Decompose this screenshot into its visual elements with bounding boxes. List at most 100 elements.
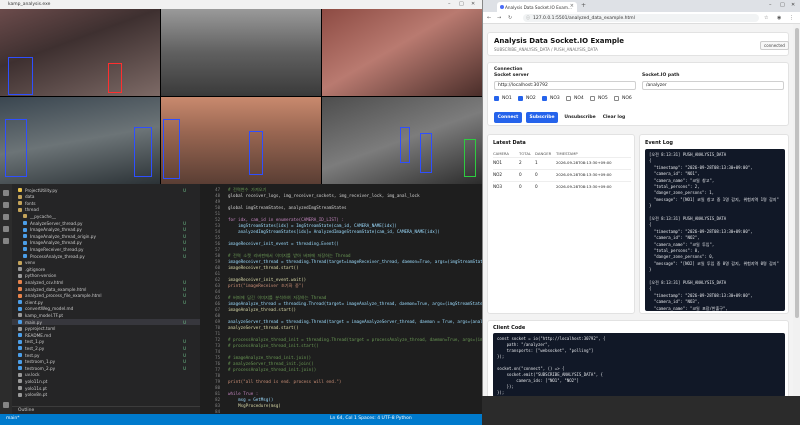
file-name: yolov8n.pt [25, 392, 48, 398]
forward-icon[interactable]: → [497, 15, 501, 21]
file-item[interactable]: test_2.py U [12, 345, 200, 351]
file-item[interactable]: ImageAnalyze_thread.py U [12, 240, 200, 246]
page-scrollbar[interactable] [793, 24, 800, 396]
folder-icon [23, 214, 27, 219]
file-explorer: yolov8n.pt yolo11s.pt yolo11n.pt uv.lock tes… [12, 184, 200, 425]
camera-checkbox-no3[interactable]: NO3 [542, 96, 560, 101]
back-icon[interactable]: ← [487, 15, 491, 21]
camera-feed-1 [0, 9, 160, 96]
checkbox-checked-icon[interactable] [494, 96, 499, 101]
camera-checkbox-no5[interactable]: NO5 [590, 96, 608, 101]
folder-item[interactable]: venv [12, 260, 200, 266]
client-code-block[interactable]: const socket = io("http://localhost:3079… [493, 333, 785, 396]
file-item[interactable]: test.py U [12, 352, 200, 358]
checkbox-icon[interactable] [614, 96, 619, 101]
camera-checkbox-no4[interactable]: NO4 [566, 96, 584, 101]
file-item[interactable]: analyzed_csv.html U [12, 279, 200, 285]
source-control-icon[interactable] [3, 214, 9, 220]
file-item[interactable]: convertWeg_model.md [12, 306, 200, 312]
latest-data-card: Latest Data CAMERA TOTAL DANGER TIMESTAMP NO… [487, 134, 635, 314]
file-item[interactable]: pyproject.toml [12, 326, 200, 332]
log-line: "timestamp": "2026-09-28T08:13:30+09:00"… [649, 228, 753, 234]
file-item[interactable]: yolo11n.pt [12, 378, 200, 384]
file-item[interactable]: yolo11s.pt [12, 385, 200, 391]
reload-icon[interactable]: ↻ [508, 15, 512, 21]
menu-icon[interactable]: ⋮ [789, 15, 794, 21]
socket-server-input[interactable]: http://localhost:30792 [494, 81, 636, 90]
explorer-icon[interactable] [3, 190, 9, 196]
folder-item[interactable]: __pycache__ [12, 213, 200, 219]
file-item[interactable]: ImageAnalyze_thread_origin.py U [12, 233, 200, 239]
site-info-icon[interactable]: ⓘ [526, 15, 530, 21]
code-editor: yolov8n.pt yolo11s.pt yolo11n.pt uv.lock tes… [0, 184, 482, 425]
search-icon[interactable] [3, 202, 9, 208]
file-item[interactable]: ImageAnalyze_thread.py U [12, 227, 200, 233]
file-item[interactable]: testroom_2.py U [12, 365, 200, 371]
checkbox-checked-icon[interactable] [518, 96, 523, 101]
camera-checkbox-no1[interactable]: NO1 [494, 96, 512, 101]
code-area[interactable]: 47 # 전역변수 가져오기 48 global receiver_logs, img… [200, 184, 482, 425]
profile-icon[interactable]: ◉ [777, 15, 781, 21]
file-item[interactable]: ImageReceiver_thread.py U [12, 246, 200, 252]
cursor-position[interactable]: Ln 64, Col 1 Spaces: 4 UTF-8 Python [330, 416, 412, 421]
minimize-icon[interactable]: – [769, 2, 772, 8]
unsubscribe-button[interactable]: Unsubscribe [562, 112, 598, 123]
extensions-icon[interactable] [3, 238, 9, 244]
person-detection-box [5, 119, 27, 177]
code-line: print("imageReceiver 초기화 중") [228, 283, 304, 288]
new-tab-icon[interactable]: + [581, 2, 586, 9]
tab-close-icon[interactable]: × [570, 3, 574, 9]
file-item[interactable]: AnalyzeServer_thread.py U [12, 220, 200, 226]
camera-window-titlebar[interactable]: kamp_analysis.exe – □ ✕ [0, 0, 482, 9]
table-cell: 2 [519, 160, 522, 165]
file-item[interactable]: README.md [12, 332, 200, 338]
checkbox-icon[interactable] [590, 96, 595, 101]
file-item[interactable]: analyzed_data_example.html U [12, 286, 200, 292]
git-status: U [183, 240, 186, 246]
folder-item[interactable]: thread [12, 207, 200, 213]
browser-tab[interactable]: Analysis Data Socket.IO Exam... × [497, 2, 577, 12]
file-item[interactable]: ProcessAnalyze_thread.py U [12, 253, 200, 259]
camera-checkbox-no2[interactable]: NO2 [518, 96, 536, 101]
branch-indicator[interactable]: main* [6, 416, 20, 421]
outline-section[interactable]: Outline [12, 406, 200, 413]
checkbox-checked-icon[interactable] [542, 96, 547, 101]
folder-item[interactable]: data [12, 194, 200, 200]
connect-button[interactable]: Connect [494, 112, 522, 123]
file-item[interactable]: client.py U [12, 299, 200, 305]
close-icon[interactable]: ✕ [791, 2, 795, 8]
file-name: yolo11s.pt [25, 385, 47, 391]
file-item[interactable]: test_1.py U [12, 339, 200, 345]
close-icon[interactable]: ✕ [471, 1, 475, 7]
run-debug-icon[interactable] [3, 226, 9, 232]
line-number: 56 [215, 241, 220, 246]
file-icon [23, 234, 27, 239]
event-log-output[interactable]: [오전 8:13:31] PUSH_ANALYSIS_DATA{ "timest… [645, 149, 785, 311]
file-item[interactable]: analyzed_process_file_example.html U [12, 293, 200, 299]
client-code-line: socket.emit("SUBSCRIBE_ANALYSIS_DATA", { [497, 372, 603, 377]
clear-log-button[interactable]: Clear log [600, 112, 628, 123]
account-icon[interactable] [3, 402, 9, 408]
file-item[interactable]: testroom_1.py U [12, 359, 200, 365]
subscribe-button[interactable]: Subscribe [526, 112, 558, 123]
scrollbar-thumb[interactable] [795, 28, 799, 318]
file-item[interactable]: ProjectUtility.py U [12, 187, 200, 193]
maximize-icon[interactable]: □ [459, 1, 464, 7]
file-item[interactable]: yolov8n.pt [12, 392, 200, 398]
file-item[interactable]: main.py U [12, 319, 200, 325]
url-input[interactable]: ⓘ 127.0.0.1:5501/analyzed_data_example.h… [523, 14, 759, 22]
file-item[interactable]: .gitignore [12, 266, 200, 272]
folder-item[interactable]: fonts [12, 200, 200, 206]
file-item[interactable]: python-version [12, 273, 200, 279]
checkbox-icon[interactable] [566, 96, 571, 101]
socket-path-input[interactable]: /analyzer [642, 81, 784, 90]
minimize-icon[interactable]: – [448, 1, 451, 7]
file-item[interactable]: kamp_model.TF.pt [12, 312, 200, 318]
code-line: while True : [228, 391, 259, 396]
star-icon[interactable]: ☆ [764, 15, 768, 21]
camera-checkbox-no6[interactable]: NO6 [614, 96, 632, 101]
file-item[interactable]: uv.lock [12, 372, 200, 378]
line-number: 60 [215, 265, 220, 270]
maximize-icon[interactable]: □ [780, 2, 785, 8]
file-name: venv [25, 260, 36, 266]
